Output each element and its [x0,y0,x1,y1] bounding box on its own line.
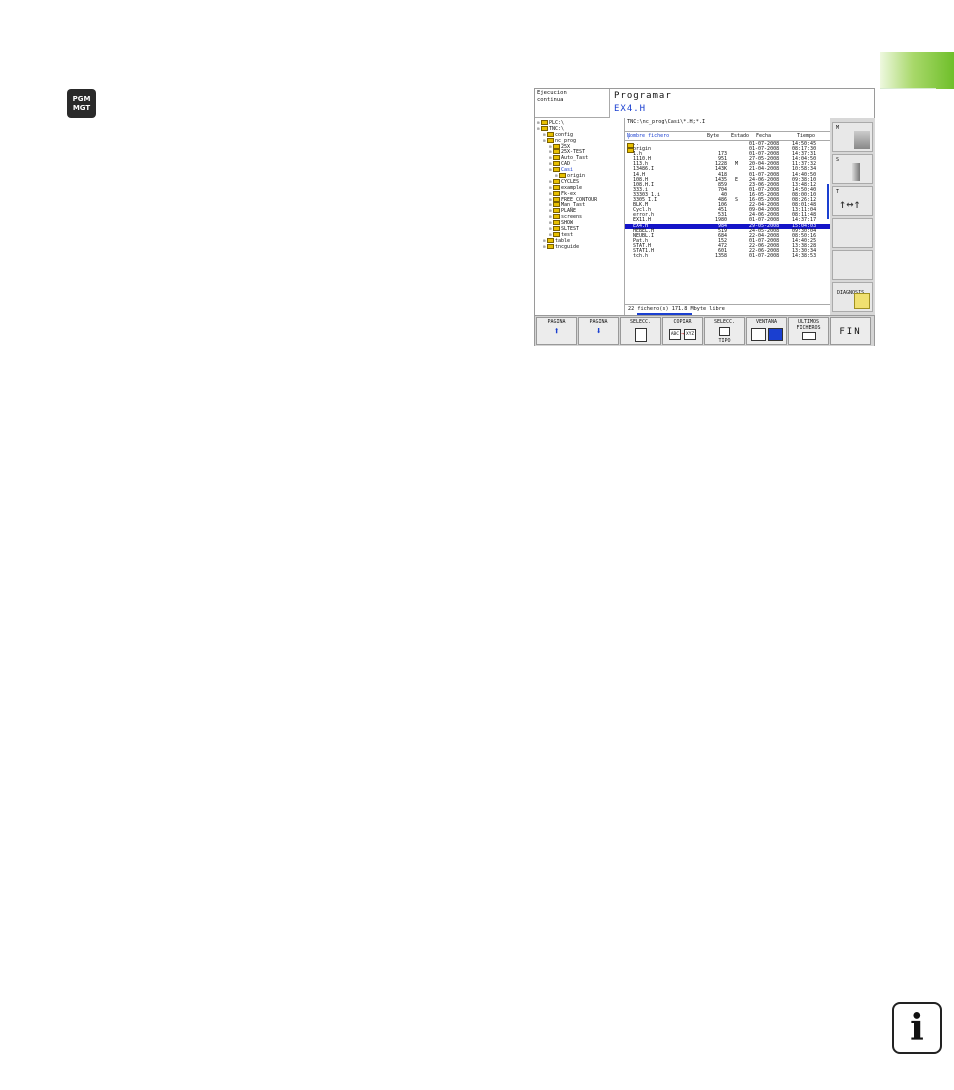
file-time: 14:38:53 [792,253,817,260]
softkey-window[interactable]: VENTANA [746,317,787,345]
column-time[interactable]: Tiempo [797,133,815,139]
side-softkey[interactable]: M [832,122,873,152]
folder-icon [553,149,560,155]
column-date[interactable]: Fecha [756,133,771,139]
program-header: Programar EX4.H [610,89,874,119]
pgm-mgt-key-icon: PGM MGT [67,89,96,118]
arrow-up-icon: ⬆ [553,325,560,337]
pgm-key-line2: MGT [72,103,91,112]
copy-icon: ABC → XYZ [668,328,697,340]
folder-icon [553,220,560,226]
softkey-copy[interactable]: COPIAR ABC → XYZ [662,317,703,345]
column-status[interactable]: Estado [731,133,749,139]
softkey-label: PAGINA [589,319,608,325]
softkey-up[interactable]: PAGINA ⬆ [536,317,577,345]
side-softkey[interactable]: T ↑↔↑ [832,186,873,216]
file-path: TNC:\nc_prog\Casi\*.H;*.I [627,119,706,125]
operating-mode: Ejecucion continua [535,89,610,118]
arrow-down-icon: ⬇ [595,325,602,337]
diagnosis-doc-icon [854,293,870,309]
folder-icon [547,137,554,143]
softkey-label: COPIAR [673,319,692,325]
machine-icon [854,131,870,149]
folder-icon [541,125,548,131]
folder-icon [553,161,560,167]
folder-icon [553,208,560,214]
column-name[interactable]: ⇑ Nombre fichero [627,133,670,141]
file-bytes: 1358 [714,253,727,260]
info-icon: i [892,1002,942,1054]
softkey-down[interactable]: PAGINA ⬇ [578,317,619,345]
side-softkey-label: T [836,189,840,195]
copy-target-label: XYZ [684,328,697,340]
tree-item-label: tncguide [555,243,580,250]
softkey-label: SELECC. [629,319,652,325]
softkey-label: ULTIMOS FICHEROS [796,319,821,331]
file-name: tch.h [633,253,649,260]
softkey-label: VENTANA [755,319,778,325]
folder-icon [553,143,560,149]
folder-icon [547,237,554,243]
recent-files-icon [801,332,816,342]
mode-line2: continua [537,96,564,103]
axis-arrows-icon: ↑↔↑ [839,197,861,211]
folder-icon [547,131,554,137]
file-type-icon: TIPO [705,326,744,344]
softkey-fin[interactable]: FIN [830,317,871,345]
tree-item[interactable]: ⊞ tncguide [535,243,624,250]
copy-source-label: ABC [668,328,681,340]
spindle-icon [852,163,860,181]
folder-icon [553,226,560,232]
window-layout-icon [750,327,784,343]
directory-tree: ⊞ PLC:\ ⊞ TNC:\ ⊞ config ⊞ nc_prog ⊞ 25X ⊞ 25X-TEST… [535,118,625,315]
folder-icon [547,243,554,249]
softkey-tipo[interactable]: SELECC. TIPO [704,317,745,345]
folder-icon [553,184,560,190]
side-softkey[interactable]: DIAGNOSIS [832,282,873,312]
folder-icon [553,202,560,208]
column-name-label: Nombre fichero [627,133,670,139]
mode-title: Programar [614,91,672,101]
program-name: EX4.H [614,104,647,114]
softkey-label: PAGINA [547,319,566,325]
file-row[interactable]: tch.h 1358 01-07-2008 14:38:53 [625,253,830,260]
file-list: .. 01-07-2008 14:50:45 origin 01-07-2008 08:1… [625,141,830,260]
folder-icon [553,190,560,196]
chapter-tab [880,52,954,89]
pgm-key-line1: PGM [72,94,91,103]
folder-icon [553,178,560,184]
softkey-recent[interactable]: ULTIMOS FICHEROS [788,317,829,345]
softkey-bar: PAGINA ⬆ PAGINA ⬇ SELECC. COPIAR ABC → XYZ SELECC… [535,315,874,346]
scrollbar[interactable] [827,184,829,219]
sort-arrow-icon: ⇑ [627,135,631,141]
softkey-label: SELECC. [713,319,736,325]
folder-icon [553,231,560,237]
softkey-sublabel: TIPO [718,337,731,344]
file-list-header: ⇑ Nombre fichero Byte Estado Fecha Tiemp… [625,131,830,141]
file-list-footer: 22 fichero(s) 171.8 Mbyte libre [625,304,830,315]
folder-icon [553,196,560,202]
vertical-softkey-bar: M S T ↑↔↑ DIAGNOSIS [830,118,875,315]
chapter-tab-rule [880,88,936,89]
folder-icon [559,173,566,179]
column-bytes[interactable]: Byte [707,133,719,139]
file-list-panel: TNC:\nc_prog\Casi\*.H;*.I ⇑ Nombre fiche… [625,118,830,315]
file-count-status: 22 fichero(s) 171.8 Mbyte libre [628,306,725,312]
folder-icon [553,214,560,220]
tnc-screen: Ejecucion continua Programar EX4.H ⊞ PLC:… [534,88,875,346]
side-softkey[interactable] [832,218,873,248]
softkey-label: FIN [839,327,862,337]
side-softkey[interactable]: S [832,154,873,184]
folder-icon [553,155,560,161]
document-icon [634,327,647,342]
file-date: 01-07-2008 [749,253,780,260]
side-softkey-label: S [836,157,840,163]
side-softkey-label: M [836,125,840,131]
softkey-doc[interactable]: SELECC. [620,317,661,345]
side-softkey[interactable] [832,250,873,280]
folder-icon [553,167,560,173]
folder-icon [541,120,548,125]
